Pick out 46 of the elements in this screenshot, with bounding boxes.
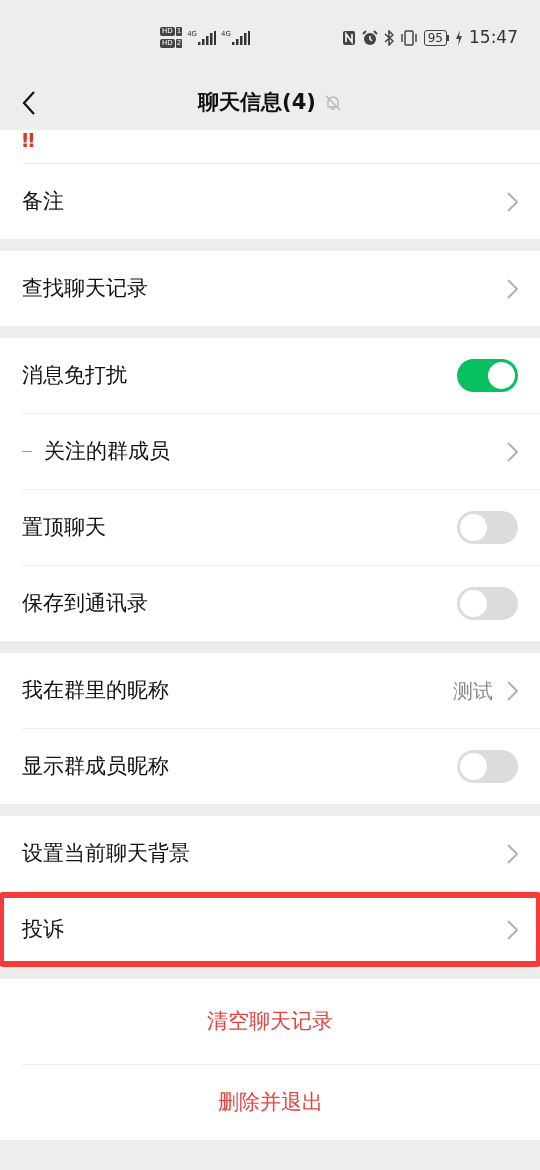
row-label: 保存到通讯录 xyxy=(22,589,148,617)
row-label: 查找聊天记录 xyxy=(22,274,148,302)
signal-icon xyxy=(231,30,250,45)
status-time: 15:47 xyxy=(469,25,518,49)
settings-row[interactable]: 备注 xyxy=(0,164,540,239)
row-label: 置顶聊天 xyxy=(22,513,106,541)
chevron-right-icon xyxy=(507,680,518,701)
row-label: 投诉 xyxy=(22,915,64,943)
settings-row[interactable]: 设置当前聊天背景 xyxy=(0,816,540,891)
chevron-right-icon xyxy=(507,278,518,299)
double-exclamation-mark: ‼ xyxy=(22,130,35,150)
row-label: 关注的群成员 xyxy=(44,437,170,465)
row-label: 我在群里的昵称 xyxy=(22,676,169,704)
row-label: 设置当前聊天背景 xyxy=(22,839,190,867)
signal-icon xyxy=(198,30,216,45)
chevron-right-icon xyxy=(507,843,518,864)
settings-row[interactable]: 显示群成员昵称 xyxy=(0,729,540,804)
page-title: 聊天信息(4) xyxy=(198,88,316,116)
settings-row[interactable]: 消息免打扰 xyxy=(0,338,540,413)
settings-row[interactable]: 投诉 xyxy=(0,892,540,967)
row-label: 备注 xyxy=(22,187,64,215)
settings-row[interactable]: 查找聊天记录 xyxy=(0,251,540,326)
toggle-switch[interactable] xyxy=(457,750,518,783)
row-label: 显示群成员昵称 xyxy=(22,752,169,780)
row-value: 测试 xyxy=(453,677,493,705)
chevron-right-icon xyxy=(507,191,518,212)
back-chevron-icon xyxy=(22,91,36,115)
danger-action-button[interactable]: 清空聊天记录 xyxy=(0,979,540,1064)
settings-row[interactable]: 保存到通讯录 xyxy=(0,566,540,641)
chevron-right-icon xyxy=(507,919,518,940)
settings-row[interactable]: 关注的群成员 xyxy=(0,414,540,489)
indent-dash-icon xyxy=(22,451,32,452)
vibrate-icon xyxy=(399,29,418,46)
nfc-icon xyxy=(341,29,356,46)
settings-row[interactable]: 置顶聊天 xyxy=(0,490,540,565)
chevron-right-icon xyxy=(507,441,518,462)
battery-indicator: 95 xyxy=(423,29,449,46)
bluetooth-icon xyxy=(383,29,394,46)
alarm-icon xyxy=(361,29,378,46)
charging-icon xyxy=(455,29,463,46)
toggle-switch[interactable] xyxy=(457,511,518,544)
row-label: 消息免打扰 xyxy=(22,361,127,389)
toggle-switch[interactable] xyxy=(457,587,518,620)
danger-action-button[interactable]: 删除并退出 xyxy=(0,1065,540,1140)
settings-row[interactable]: 我在群里的昵称 测试 xyxy=(0,653,540,728)
toggle-switch[interactable] xyxy=(457,359,518,392)
